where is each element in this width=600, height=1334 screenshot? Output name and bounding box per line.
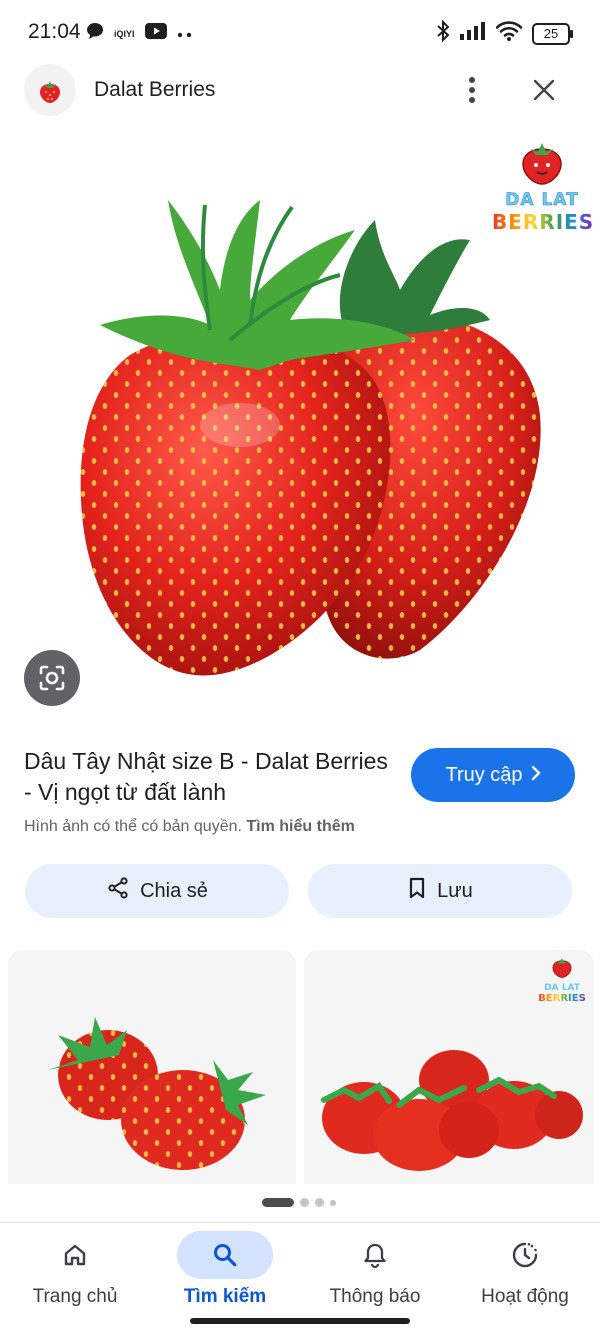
more-notifications-icon [177, 25, 193, 43]
battery-icon: 25 [532, 22, 573, 45]
nav-notifications[interactable]: Thông báo [300, 1223, 450, 1323]
home-indicator[interactable] [190, 1318, 410, 1324]
strawberry-logo-icon [552, 957, 572, 978]
bluetooth-icon [436, 19, 450, 47]
iqiyi-icon: iQIYI [114, 28, 135, 39]
pager-dot [330, 1199, 336, 1206]
search-icon [177, 1231, 273, 1279]
nav-home-label: Trang chủ [32, 1286, 118, 1307]
home-icon [27, 1231, 123, 1279]
more-vert-icon[interactable] [452, 70, 492, 110]
nav-search[interactable]: Tìm kiếm [150, 1223, 300, 1323]
brand-line1: DA LAT [505, 190, 579, 211]
save-button-label: Lưu [437, 879, 473, 902]
share-button[interactable]: Chia sẻ [25, 864, 289, 918]
status-right-icons: 25 [436, 19, 573, 47]
status-left-icons: iQIYI [86, 22, 193, 45]
message-icon [86, 22, 104, 45]
pager-dot [315, 1198, 324, 1207]
site-logo-icon[interactable] [24, 64, 76, 116]
status-bar: 21:04 iQIYI 25 [0, 0, 600, 64]
copyright-notice: Hình ảnh có thể có bản quyền. Tìm hiểu t… [24, 818, 355, 836]
youtube-icon [144, 23, 167, 44]
site-name[interactable]: Dalat Berries [94, 78, 215, 102]
nav-activity-label: Hoạt động [481, 1286, 569, 1307]
related-brand-logo: DA LAT BERRIES [536, 954, 588, 1005]
related-image[interactable] [8, 950, 296, 1184]
result-title: Dâu Tây Nhật size B - Dalat Berries - Vị… [24, 748, 388, 805]
brand-logo: DA LAT BERRIES [492, 135, 595, 234]
related-image[interactable]: DA LAT BERRIES [304, 950, 594, 1184]
visit-button[interactable]: Truy cập [411, 748, 575, 802]
activity-icon [477, 1231, 573, 1279]
nav-home[interactable]: Trang chủ [0, 1223, 150, 1323]
brand-line2-text: BERRIES [492, 210, 595, 234]
nav-notifications-label: Thông báo [329, 1286, 421, 1307]
save-button[interactable]: Lưu [308, 864, 572, 918]
related-brand-line2: BERRIES [536, 993, 588, 1005]
bell-icon [327, 1231, 423, 1279]
chevron-right-icon [531, 764, 541, 787]
bookmark-icon [407, 876, 427, 906]
status-time: 21:04 [28, 20, 81, 43]
signal-icon [460, 22, 486, 45]
nav-search-label: Tìm kiếm [183, 1286, 267, 1307]
pager-dot [300, 1198, 309, 1207]
related-strawberries-image [48, 1017, 266, 1170]
brand-line2: BERRIES [492, 210, 595, 234]
related-brand-line2-text: BERRIES [538, 993, 586, 1004]
copyright-text: Hình ảnh có thể có bản quyền. [24, 818, 242, 835]
related-brand-line1: DA LAT [544, 983, 580, 993]
carousel-pager [262, 1198, 336, 1207]
visit-button-label: Truy cập [445, 763, 523, 786]
wifi-icon [495, 21, 523, 46]
nav-activity[interactable]: Hoạt động [450, 1223, 600, 1323]
pager-dot-active [262, 1198, 294, 1207]
strawberry-logo-icon [522, 143, 562, 185]
share-button-label: Chia sẻ [140, 879, 208, 902]
main-image[interactable]: DA LAT BERRIES [0, 125, 600, 715]
close-icon[interactable] [524, 70, 564, 110]
learn-more-link[interactable]: Tìm hiểu thêm [246, 818, 354, 835]
share-icon [106, 876, 130, 906]
google-lens-icon[interactable] [24, 650, 80, 706]
result-header: Dalat Berries [0, 64, 600, 120]
